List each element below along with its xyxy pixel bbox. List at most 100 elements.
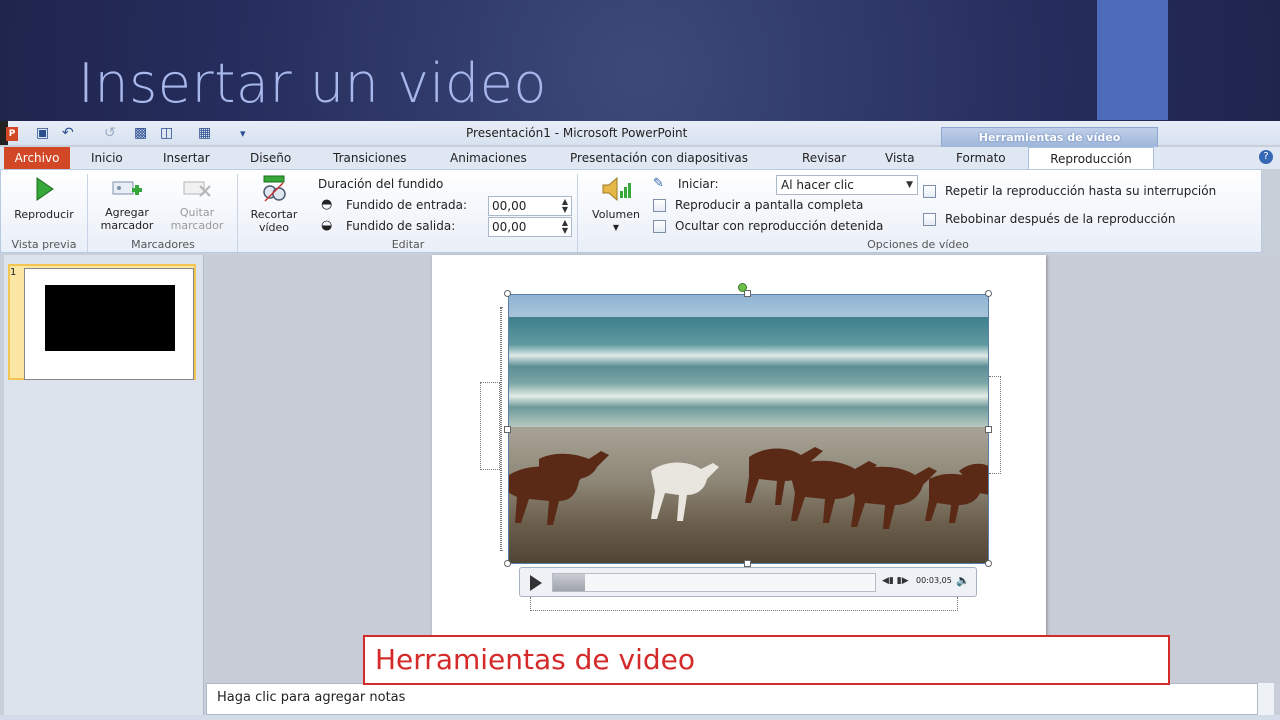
volume-label: Volumen: [592, 208, 640, 221]
fade-out-label: Fundido de salida:: [346, 219, 456, 233]
resize-handle-bottom-left[interactable]: [504, 560, 511, 567]
start-label: Iniciar:: [678, 177, 719, 191]
speaker-icon[interactable]: 🔈: [956, 574, 970, 587]
hide-when-stopped-label: Ocultar con reproducción detenida: [675, 219, 884, 233]
slide-thumbnail-1[interactable]: [8, 264, 196, 380]
volume-dropdown-icon: ▼: [612, 223, 620, 232]
volume-icon: [602, 176, 631, 202]
start-dropdown[interactable]: Al hacer clic ▼: [776, 175, 918, 195]
remove-bookmark-label-2: marcador: [170, 219, 224, 232]
checkbox-box[interactable]: [653, 219, 666, 233]
tab-formato[interactable]: Formato: [956, 147, 1006, 169]
tab-animaciones[interactable]: Animaciones: [450, 147, 527, 169]
add-bookmark-button[interactable]: Agregar marcador: [93, 176, 161, 232]
redo-icon[interactable]: ↺: [104, 125, 116, 141]
resize-handle-top-left[interactable]: [504, 290, 511, 297]
fade-out-spinner[interactable]: 00,00 ▲ ▼: [488, 217, 572, 237]
tab-presentacion-con-diapositivas[interactable]: Presentación con diapositivas: [570, 147, 748, 169]
hide-when-stopped-checkbox[interactable]: Ocultar con reproducción detenida: [653, 219, 883, 233]
notes-pane[interactable]: Haga clic para agregar notas: [206, 683, 1258, 715]
customize-qat-icon[interactable]: ▾: [240, 127, 246, 140]
horses-image: [509, 447, 988, 529]
group-label-vista-previa: Vista previa: [11, 238, 77, 251]
status-bar: [0, 715, 1280, 720]
tab-inicio[interactable]: Inicio: [91, 147, 123, 169]
powerpoint-app-icon[interactable]: P: [6, 127, 18, 141]
new-slide-icon[interactable]: ◫: [160, 125, 173, 141]
resize-handle-top-right[interactable]: [985, 290, 992, 297]
rewind-checkbox[interactable]: Rebobinar después de la reproducción: [923, 212, 1175, 226]
video-player-controls: ◀▮ ▮▶ 00:03,05 🔈: [519, 567, 977, 597]
help-icon[interactable]: ?: [1259, 150, 1273, 164]
notes-placeholder: Haga clic para agregar notas: [217, 690, 406, 705]
tab-vista[interactable]: Vista: [885, 147, 915, 169]
fullscreen-label: Reproducir a pantalla completa: [675, 198, 864, 212]
group-label-marcadores: Marcadores: [131, 238, 195, 251]
tab-archivo[interactable]: Archivo: [4, 147, 70, 169]
shapes-icon[interactable]: ▦: [198, 125, 211, 141]
video-frame-sea: [509, 317, 988, 427]
fade-duration-title: Duración del fundido: [318, 177, 444, 191]
slide-number: 1: [10, 267, 17, 278]
callout-box: Herramientas de video: [363, 635, 1170, 685]
step-back-forward-icon[interactable]: ◀▮ ▮▶: [882, 576, 909, 586]
trim-video-label-1: Recortar: [250, 208, 298, 221]
fade-in-label: Fundido de entrada:: [346, 198, 467, 212]
ribbon-tabs: Archivo Inicio Insertar Diseño Transicio…: [0, 147, 1280, 169]
remove-bookmark-button[interactable]: Quitar marcador: [163, 176, 231, 232]
add-bookmark-label-2: marcador: [100, 219, 154, 232]
ribbon-reproduccion: Reproducir Vista previa Agregar marcador…: [0, 169, 1262, 253]
video-tools-context-header: Herramientas de vídeo: [941, 127, 1158, 147]
tab-insertar[interactable]: Insertar: [163, 147, 210, 169]
placeholder-outline: [530, 597, 958, 611]
group-separator: [87, 174, 88, 252]
thumbnail-video-placeholder: [45, 285, 175, 351]
window-title: Presentación1 - Microsoft PowerPoint: [466, 126, 688, 140]
play-icon: [36, 177, 54, 201]
group-label-editar: Editar: [391, 238, 425, 251]
video-progress-fill: [553, 574, 586, 591]
volume-button[interactable]: Volumen ▼: [583, 174, 649, 234]
callout-text: Herramientas de video: [375, 643, 696, 676]
resize-handle-left[interactable]: [504, 426, 511, 433]
slideshow-from-start-icon[interactable]: ▩: [134, 125, 147, 141]
video-frame-sky: [509, 295, 988, 317]
tab-revisar[interactable]: Revisar: [802, 147, 846, 169]
remove-bookmark-icon: [183, 181, 211, 197]
spinner-arrows-icon[interactable]: ▲ ▼: [562, 198, 568, 214]
tab-diseno[interactable]: Diseño: [250, 147, 291, 169]
tab-reproduccion[interactable]: Reproducción: [1028, 147, 1154, 169]
resize-handle-bottom-right[interactable]: [985, 560, 992, 567]
play-preview-button[interactable]: Reproducir: [5, 174, 83, 221]
checkbox-box[interactable]: [923, 212, 936, 226]
trim-video-button[interactable]: Recortar vídeo: [241, 174, 307, 234]
start-dropdown-value: Al hacer clic: [781, 178, 854, 192]
group-separator: [237, 174, 238, 252]
fullscreen-checkbox[interactable]: Reproducir a pantalla completa: [653, 198, 863, 212]
tab-transiciones[interactable]: Transiciones: [333, 147, 407, 169]
fade-in-spinner[interactable]: 00,00 ▲ ▼: [488, 196, 572, 216]
spinner-arrows-icon[interactable]: ▲ ▼: [562, 219, 568, 235]
powerpoint-window: P ▣ ↶ ↺ ▩ ◫ ▦ ▾ Presentación1 - Microsof…: [0, 121, 1280, 720]
start-icon: ✎: [653, 176, 664, 191]
fade-in-value: 00,00: [492, 199, 527, 213]
resize-handle-bottom[interactable]: [744, 560, 751, 567]
checkbox-box[interactable]: [653, 198, 666, 212]
group-separator: [577, 174, 578, 252]
save-icon[interactable]: ▣: [36, 125, 49, 141]
undo-icon[interactable]: ↶: [62, 125, 74, 141]
placeholder-outline: [989, 376, 1001, 474]
play-icon[interactable]: [530, 575, 542, 591]
slide-accent-bar: [1097, 0, 1168, 120]
resize-handle-right[interactable]: [985, 426, 992, 433]
add-bookmark-label-1: Agregar: [105, 206, 149, 219]
notes-scrollbar[interactable]: [1258, 683, 1274, 715]
loop-checkbox[interactable]: Repetir la reproducción hasta su interru…: [923, 184, 1216, 198]
video-progress-bar[interactable]: [552, 573, 876, 592]
trim-video-icon: [263, 175, 286, 202]
rewind-label: Rebobinar después de la reproducción: [945, 212, 1176, 226]
group-label-opciones-de-video: Opciones de vídeo: [867, 238, 969, 251]
video-object[interactable]: [508, 294, 989, 564]
rotate-handle[interactable]: [738, 283, 747, 292]
checkbox-box[interactable]: [923, 184, 936, 198]
